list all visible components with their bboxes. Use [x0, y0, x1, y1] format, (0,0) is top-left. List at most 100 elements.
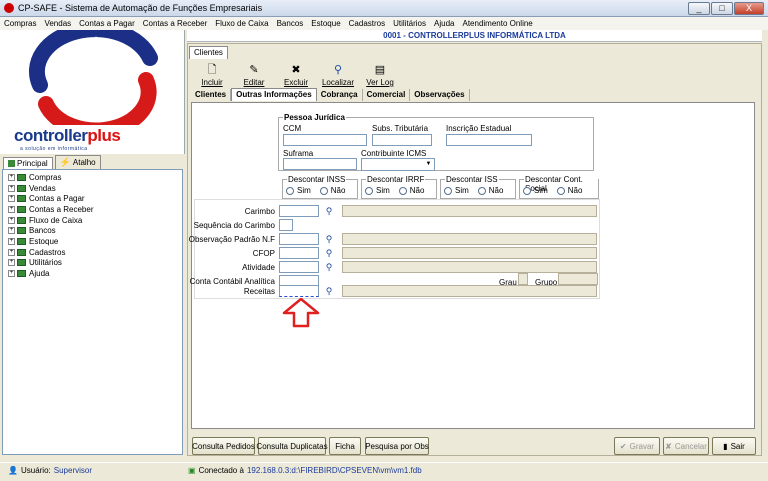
- expand-icon[interactable]: +: [8, 173, 15, 181]
- ver-log-button[interactable]: ▤ Ver Log: [363, 64, 397, 90]
- ficha-button[interactable]: Ficha: [329, 437, 361, 455]
- tree-item-bancos[interactable]: + Bancos: [3, 225, 182, 236]
- receitas-search-icon[interactable]: ⚲: [324, 286, 334, 296]
- consulta-pedidos-button[interactable]: Consulta Pedidos: [192, 437, 255, 455]
- tree-item-fluxo-caixa[interactable]: + Fluxo de Caixa: [3, 215, 182, 226]
- inscricao-estadual-input[interactable]: [446, 134, 532, 146]
- expand-icon[interactable]: +: [8, 205, 15, 213]
- iss-nao-label: Não: [488, 186, 504, 195]
- menu-atendimento[interactable]: Atendimento Online: [462, 19, 532, 28]
- menu-estoque[interactable]: Estoque: [311, 19, 340, 28]
- cfop-search-icon[interactable]: ⚲: [324, 248, 334, 258]
- tree-item-vendas[interactable]: + Vendas: [3, 183, 182, 194]
- tree-label: Vendas: [29, 183, 56, 193]
- red-up-arrow-icon: [282, 298, 320, 328]
- excluir-button[interactable]: ✖ Excluir: [279, 64, 313, 90]
- chevron-down-icon: ▼: [425, 161, 432, 167]
- tab-cobranca[interactable]: Cobrança: [317, 89, 363, 101]
- expand-icon[interactable]: +: [8, 259, 15, 267]
- tree-item-cadastros[interactable]: + Cadastros: [3, 247, 182, 258]
- menu-fluxo-caixa[interactable]: Fluxo de Caixa: [215, 19, 268, 28]
- expand-icon[interactable]: +: [8, 184, 15, 192]
- observacao-nf-input[interactable]: [279, 233, 319, 245]
- minimize-button[interactable]: _: [688, 2, 710, 15]
- expand-icon[interactable]: +: [8, 248, 15, 256]
- tab-comercial[interactable]: Comercial: [363, 89, 411, 101]
- menu-utilitarios[interactable]: Utilitários: [393, 19, 426, 28]
- carimbo-search-icon[interactable]: ⚲: [324, 206, 334, 216]
- expand-icon[interactable]: +: [8, 237, 15, 245]
- inss-sim-radio[interactable]: [286, 186, 294, 195]
- iss-nao-radio[interactable]: [477, 186, 486, 195]
- atividade-input[interactable]: [279, 261, 319, 273]
- title-bar: CP-SAFE - Sistema de Automação de Funçõe…: [0, 0, 768, 17]
- cancel-icon: ✘: [665, 441, 672, 451]
- menu-ajuda[interactable]: Ajuda: [434, 19, 454, 28]
- carimbo-label: Carimbo: [244, 207, 275, 216]
- tree-item-ajuda[interactable]: + Ajuda: [3, 268, 182, 279]
- suframa-input[interactable]: [283, 158, 357, 170]
- pesquisa-obs-button[interactable]: Pesquisa por Obs: [365, 437, 429, 455]
- folder-icon: [17, 248, 26, 256]
- carimbo-input[interactable]: [279, 205, 319, 217]
- menu-bancos[interactable]: Bancos: [277, 19, 304, 28]
- tab-principal[interactable]: Principal: [3, 157, 53, 169]
- tree-item-estoque[interactable]: + Estoque: [3, 236, 182, 247]
- descontar-irrf-title: Descontar IRRF: [366, 175, 426, 184]
- observacao-search-icon[interactable]: ⚲: [324, 234, 334, 244]
- menu-vendas[interactable]: Vendas: [44, 19, 71, 28]
- menu-cadastros[interactable]: Cadastros: [349, 19, 385, 28]
- cancelar-button[interactable]: ✘ Cancelar: [663, 437, 709, 455]
- check-icon: ✔: [619, 441, 627, 451]
- ccm-input[interactable]: [283, 134, 367, 146]
- tab-observacoes[interactable]: Observações: [410, 89, 470, 101]
- consulta-duplicatas-button[interactable]: Consulta Duplicatas: [256, 437, 328, 455]
- tab-outras-informacoes[interactable]: Outras Informações: [231, 88, 317, 101]
- cont-social-nao-radio[interactable]: [556, 186, 565, 195]
- tree-item-contas-receber[interactable]: + Contas a Receber: [3, 204, 182, 215]
- tree-item-contas-pagar[interactable]: + Contas a Pagar: [3, 193, 182, 204]
- contribuinte-icms-select[interactable]: ▼: [361, 158, 435, 171]
- tab-atalho[interactable]: ⚡ Atalho: [54, 155, 101, 169]
- sair-button[interactable]: ▮ Sair: [712, 437, 756, 455]
- atividade-description: [342, 261, 597, 273]
- maximize-button[interactable]: □: [711, 2, 733, 15]
- tab-clientes[interactable]: Clientes: [191, 89, 232, 101]
- descontar-iss-group: Descontar ISS Sim Não: [440, 175, 516, 199]
- receitas-input[interactable]: [279, 285, 319, 297]
- irrf-sim-radio[interactable]: [365, 186, 373, 195]
- sequencia-carimbo-input[interactable]: [279, 219, 293, 231]
- cont-social-sim-radio[interactable]: [523, 186, 531, 195]
- incluir-button[interactable]: 🗋 Incluir: [195, 64, 229, 90]
- connection-path: 192.168.0.3:d:\FIREBIRD\CPSEVEN\vm\vm1.f…: [246, 466, 422, 475]
- status-bar: 👤 Usuário: Supervisor ▣ Conectado à 192.…: [0, 462, 768, 481]
- expand-icon[interactable]: +: [8, 195, 15, 203]
- tab-clientes-document[interactable]: Clientes: [189, 46, 228, 59]
- localizar-button[interactable]: ⚲ Localizar: [321, 64, 355, 90]
- editar-button[interactable]: ✎ Editar: [237, 64, 271, 90]
- tab-content: Pessoa Jurídica CCM Subs. Tributária Ins…: [189, 102, 755, 429]
- close-button[interactable]: X: [734, 2, 764, 15]
- tree-item-utilitarios[interactable]: + Utilitários: [3, 258, 182, 269]
- exit-door-icon: ▮: [723, 441, 728, 451]
- inss-nao-radio[interactable]: [319, 186, 328, 195]
- gravar-button[interactable]: ✔ Gravar: [614, 437, 660, 455]
- folder-icon: [17, 173, 26, 181]
- menu-contas-receber[interactable]: Contas a Receber: [143, 19, 207, 28]
- tree-item-compras[interactable]: + Compras: [3, 172, 182, 183]
- menu-contas-pagar[interactable]: Contas a Pagar: [79, 19, 135, 28]
- gravar-label: Gravar: [629, 441, 655, 451]
- descontar-irrf-group: Descontar IRRF Sim Não: [361, 175, 437, 199]
- tree-label: Contas a Pagar: [29, 194, 85, 204]
- expand-icon[interactable]: +: [8, 227, 15, 235]
- cfop-input[interactable]: [279, 247, 319, 259]
- expand-icon[interactable]: +: [8, 270, 15, 278]
- iss-sim-radio[interactable]: [444, 186, 452, 195]
- descontar-inss-group: Descontar INSS Sim Não: [282, 175, 358, 199]
- expand-icon[interactable]: +: [8, 216, 15, 224]
- menu-compras[interactable]: Compras: [4, 19, 36, 28]
- subs-tributaria-input[interactable]: [372, 134, 432, 146]
- logo-text: controllerplus: [14, 126, 121, 145]
- atividade-search-icon[interactable]: ⚲: [324, 262, 334, 272]
- irrf-nao-radio[interactable]: [398, 186, 407, 195]
